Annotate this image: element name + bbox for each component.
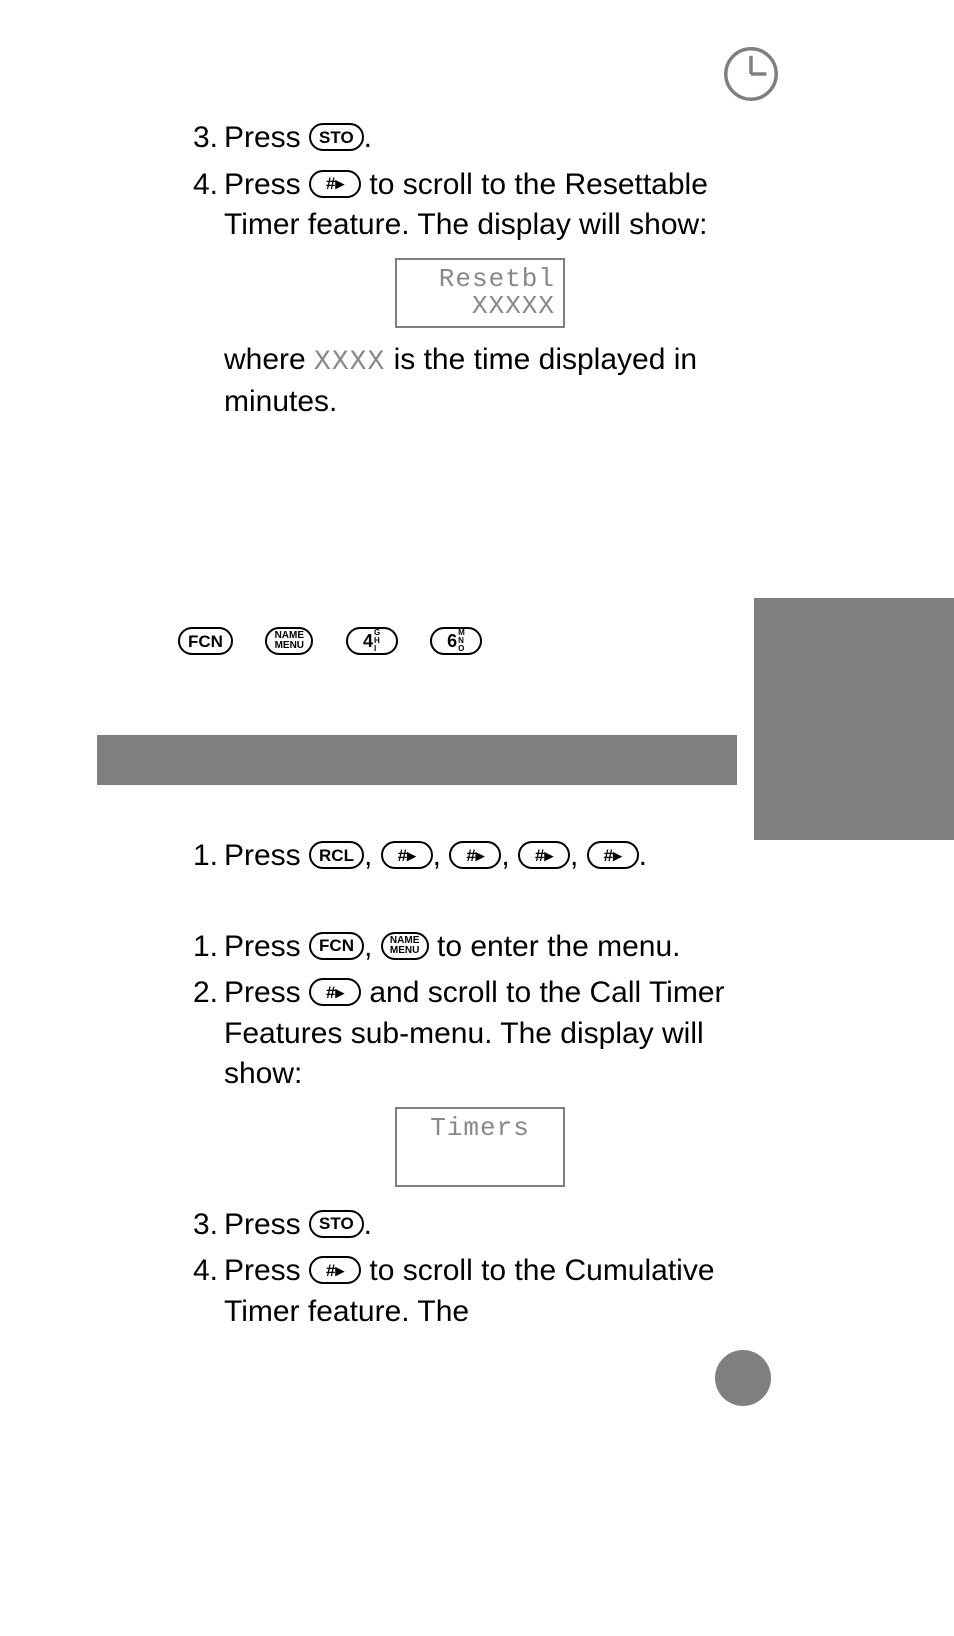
lcd-display: Resetbl XXXXX — [395, 258, 565, 329]
text: , — [364, 839, 381, 872]
step-1-menu: 1. Press FCN, NAME MENU to enter the men… — [178, 927, 736, 968]
step-4b: 4. Press #▸ to scroll to the Cumulative … — [178, 1251, 736, 1332]
text: , — [364, 930, 381, 963]
sto-key-icon: STO — [309, 123, 364, 151]
fcn-key-icon: FCN — [309, 932, 364, 960]
section-2: 1. Press RCL, #▸, #▸, #▸, #▸. 1. Press F… — [178, 836, 736, 1338]
fcn-key-icon: FCN — [178, 627, 233, 655]
text: . — [639, 839, 647, 872]
text: Press — [224, 1208, 309, 1241]
key-bottom: MENU — [275, 641, 304, 651]
key-digit: 6 — [447, 632, 457, 650]
text: to enter the menu. — [437, 930, 681, 963]
name-menu-key-icon: NAME MENU — [381, 932, 429, 960]
key-bottom: MENU — [390, 946, 419, 956]
thumb-tab — [754, 598, 954, 840]
key-digit: 4 — [363, 632, 373, 650]
lcd-line: Timers — [405, 1115, 555, 1142]
text: Press — [224, 930, 309, 963]
clock-icon — [723, 46, 779, 107]
hash-key-icon: #▸ — [309, 170, 361, 198]
lcd-placeholder: XXXX — [314, 347, 385, 378]
hash-key-icon: #▸ — [518, 841, 570, 869]
hash-key-icon: #▸ — [309, 1256, 361, 1284]
text: . — [364, 1208, 372, 1241]
page-dot-icon — [715, 1350, 771, 1406]
shortcut-row: FCN NAME MENU 4 G H I 6 M N O — [178, 622, 736, 663]
key-letter: I — [374, 645, 380, 653]
hash-key-icon: #▸ — [309, 978, 361, 1006]
text: Press — [224, 121, 309, 154]
four-key-icon: 4 G H I — [346, 627, 398, 655]
page: 3. Press STO. 4. Press #▸ to scroll to t… — [0, 0, 954, 1636]
step-number: 1. — [178, 836, 218, 877]
lcd-line: XXXXX — [405, 293, 555, 320]
step-2: 2. Press #▸ and scroll to the Call Timer… — [178, 973, 736, 1199]
step-number: 1. — [178, 927, 218, 968]
step-number: 3. — [178, 1205, 218, 1246]
text: where — [224, 343, 314, 376]
hash-key-icon: #▸ — [381, 841, 433, 869]
key-letter: O — [458, 645, 465, 653]
name-menu-key-icon: NAME MENU — [265, 627, 313, 655]
rcl-key-icon: RCL — [309, 841, 364, 869]
text: Press — [224, 976, 309, 1009]
section-bar — [97, 735, 737, 785]
step-number: 4. — [178, 1251, 218, 1332]
lcd-line: Resetbl — [405, 266, 555, 293]
step-3b: 3. Press STO. — [178, 1205, 736, 1246]
text: . — [364, 121, 372, 154]
text: Press — [224, 168, 309, 201]
sto-key-icon: STO — [309, 1210, 364, 1238]
hash-key-icon: #▸ — [587, 841, 639, 869]
section-1: 3. Press STO. 4. Press #▸ to scroll to t… — [178, 118, 736, 663]
hash-key-icon: #▸ — [449, 841, 501, 869]
text: Press — [224, 839, 309, 872]
step-3: 3. Press STO. — [178, 118, 736, 159]
six-key-icon: 6 M N O — [430, 627, 482, 655]
step-number: 4. — [178, 165, 218, 423]
step-number: 2. — [178, 973, 218, 1199]
text: , — [570, 839, 587, 872]
text: , — [433, 839, 450, 872]
step-1-shortcut: 1. Press RCL, #▸, #▸, #▸, #▸. — [178, 836, 736, 877]
step-number: 3. — [178, 118, 218, 159]
text: , — [501, 839, 518, 872]
text: Press — [224, 1254, 309, 1287]
step-4: 4. Press #▸ to scroll to the Resettable … — [178, 165, 736, 423]
lcd-display: Timers — [395, 1107, 565, 1187]
